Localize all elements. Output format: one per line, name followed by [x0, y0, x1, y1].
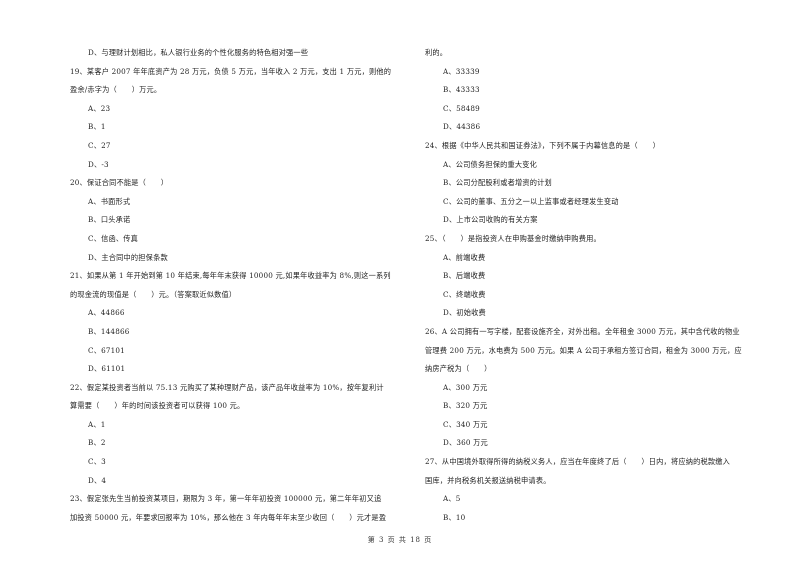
question-text: 21、如果从第 1 年开始到第 10 年结束,每年年末获得 10000 元,如果…: [70, 271, 391, 281]
question-text: 24、根据《中华人民共和国证券法》，下列不属于内幕信息的是（ ）: [425, 140, 660, 150]
answer-option: A、300 万元: [443, 382, 488, 392]
answer-option: A、1: [88, 419, 106, 429]
question-text: 的现金流的现值是（ ）元。（答案取近似数值）: [70, 289, 237, 299]
answer-option: D、4: [88, 475, 107, 485]
answer-option: D、与理财计划相比，私人银行业务的个性化服务的特色相对强一些: [88, 48, 309, 57]
answer-option: C、27: [88, 140, 111, 150]
question-text: 盈余/赤字为（ ）万元。: [70, 85, 162, 95]
answer-option: C、公司的董事、五分之一以上监事或者经理发生变动: [443, 196, 619, 206]
question-text: 管理费 200 万元，水电费为 500 万元。如果 A 公司于承租方签订合同，租…: [425, 345, 742, 355]
answer-option: A、44866: [88, 308, 125, 318]
answer-option: B、1: [88, 122, 106, 132]
answer-option: B、2: [88, 438, 106, 448]
answer-option: A、23: [88, 103, 111, 113]
answer-option: C、67101: [88, 345, 125, 355]
answer-option: A、书面形式: [88, 196, 131, 206]
answer-option: D、360 万元: [443, 438, 488, 448]
question-text: 27、从中国境外取得所得的纳税义务人，应当在年度终了后（ ）日内，将应纳的税款缴…: [425, 457, 731, 467]
answer-option: B、口头承诺: [88, 215, 131, 225]
answer-option: C、3: [88, 457, 106, 467]
question-text: 22、假定某投资者当前以 75.13 元购买了某种理财产品，该产品年收益率为 1…: [70, 382, 384, 392]
page-footer: 第 3 页 共 18 页: [367, 536, 433, 544]
answer-option: D、初始收费: [443, 308, 486, 318]
answer-option: A、公司债务担保的重大变化: [443, 159, 538, 169]
answer-option: B、后端收费: [443, 271, 486, 281]
answer-option: D、44386: [443, 122, 481, 132]
answer-option: A、前端收费: [443, 252, 486, 262]
left-column: D、与理财计划相比，私人银行业务的个性化服务的特色相对强一些 19、某客户 200…: [70, 44, 410, 527]
question-text: 算需要（ ）年的时间该投资者可以获得 100 元。: [70, 401, 245, 411]
answer-option: D、61101: [88, 364, 126, 374]
right-column: 利的。 A、33339 B、43333 C、58489 D、44386 24、根据《中华人…: [425, 44, 765, 527]
answer-option: D、主合同中的担保条款: [88, 252, 168, 262]
question-text: 20、保证合同不能是（ ）: [70, 178, 169, 188]
question-text: 利的。: [425, 48, 448, 57]
question-text: 纳房产税为（ ）: [425, 364, 492, 374]
answer-option: A、5: [443, 494, 461, 504]
question-text: 加投资 50000 元，年要求回报率为 10%，那么他在 3 年内每年年末至少收…: [70, 512, 387, 522]
answer-option: A、33339: [443, 66, 480, 76]
question-text: 25、（ ）是指投资人在申购基金时缴纳申购费用。: [425, 233, 601, 243]
answer-option: C、终端收费: [443, 289, 486, 299]
answer-option: B、144866: [88, 326, 130, 336]
answer-option: C、58489: [443, 103, 480, 113]
answer-option: B、320 万元: [443, 401, 488, 411]
question-text: 国库，并向税务机关报送纳税申请表。: [425, 475, 551, 485]
question-text: 26、A 公司拥有一写字楼，配套设施齐全，对外出租。全年租金 3000 万元，其…: [425, 326, 740, 336]
answer-option: C、340 万元: [443, 419, 488, 429]
answer-option: D、-3: [88, 159, 109, 169]
question-text: 19、某客户 2007 年年底资产为 28 万元，负债 5 万元，当年收入 2 …: [70, 66, 392, 76]
answer-option: B、公司分配股利或者增资的计划: [443, 178, 552, 188]
answer-option: B、10: [443, 512, 466, 522]
question-text: 23、假定张先生当前投资某项目，期限为 3 年，第一年年初投资 100000 元…: [70, 494, 382, 504]
answer-option: B、43333: [443, 85, 480, 95]
answer-option: C、信函、传真: [88, 233, 139, 243]
answer-option: D、上市公司收购的有关方案: [443, 215, 538, 225]
